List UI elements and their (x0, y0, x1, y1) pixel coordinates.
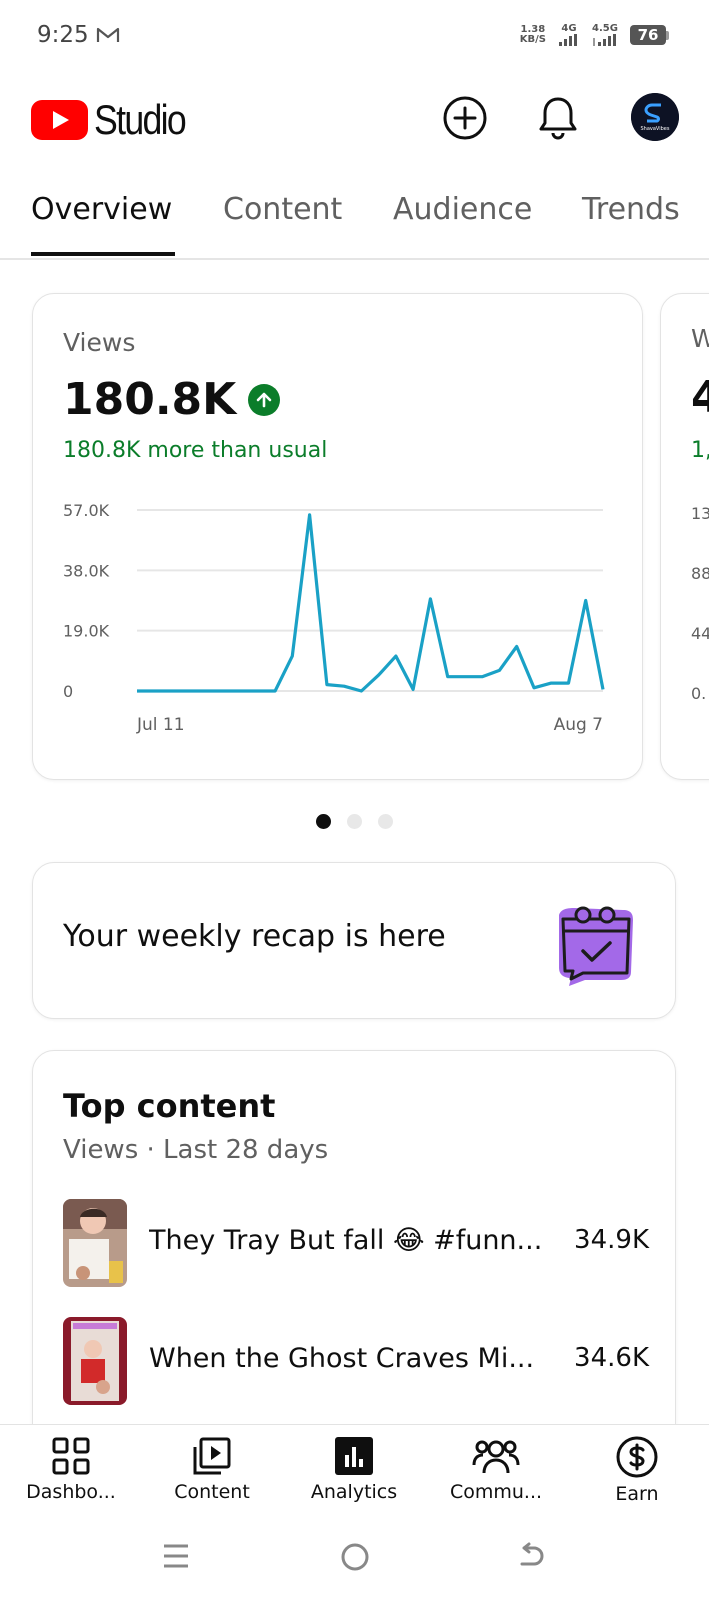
views-line-chart: 57.0K 38.0K 19.0K 0 Jul 11 Aug 7 (63, 501, 605, 735)
video-views: 34.6K (574, 1343, 649, 1373)
channel-logo-icon (631, 93, 679, 141)
pager-dot[interactable] (347, 814, 362, 829)
signal-4g: 4G (558, 24, 580, 46)
nav-dashboard[interactable]: Dashbo... (6, 1435, 136, 1503)
youtube-studio-logo[interactable]: Studio (31, 96, 201, 144)
network-speed: 1.38 KB/S (519, 24, 546, 45)
bell-icon (539, 97, 577, 140)
metric-value-row: 180.8K (63, 374, 281, 425)
nav-label: Analytics (310, 1481, 398, 1503)
video-title: They Tray But fall 😂 #funn... (149, 1225, 543, 1256)
peek-value: 4 (691, 372, 709, 423)
metric-label: Views (63, 328, 136, 357)
signal-bars-icon (593, 34, 616, 46)
top-content-row[interactable]: They Tray But fall 😂 #funn... 34.9K (63, 1199, 649, 1287)
gmail-icon (96, 26, 120, 48)
chart-y-tick-label: 19.0K (63, 622, 110, 641)
recap-text: Your weekly recap is here (63, 919, 446, 954)
tab-bar: Overview Content Audience Trends (0, 176, 709, 260)
create-button[interactable] (440, 93, 490, 143)
metric-value: 180.8K (63, 374, 237, 425)
calendar-check-icon (559, 906, 633, 986)
metric-comparison: 180.8K more than usual (63, 438, 328, 463)
nav-label: Earn (615, 1483, 659, 1505)
video-thumbnail (63, 1317, 127, 1405)
chart-y-tick-label: 0 (63, 682, 73, 701)
chart-x-tick-label: Jul 11 (136, 715, 185, 735)
chart-x-tick-label: Aug 7 (554, 715, 603, 735)
signal-45g: 4.5G (592, 24, 618, 46)
community-icon (472, 1440, 520, 1474)
avatar-caption: ShavaVibes (640, 126, 670, 132)
tab-audience[interactable]: Audience (393, 192, 532, 227)
chart-y-tick-label: 38.0K (63, 561, 110, 580)
home-button[interactable] (340, 1542, 370, 1576)
analytics-icon (335, 1437, 373, 1475)
nav-content[interactable]: Content (147, 1435, 277, 1503)
video-title: When the Ghost Craves Mi... (149, 1343, 535, 1374)
back-button[interactable] (516, 1542, 546, 1576)
top-content-title: Top content (63, 1087, 276, 1125)
chart-y-tick-label: 57.0K (63, 501, 110, 520)
top-content-card[interactable]: Top content Views · Last 28 days They Tr… (32, 1050, 676, 1450)
bottom-navigation: Dashbo... Content Analytics Commu... Ear… (0, 1424, 709, 1520)
system-navigation-bar (0, 1520, 709, 1600)
earn-icon (616, 1436, 658, 1478)
peek-comparison: 1, (691, 438, 709, 463)
active-tab-indicator (31, 252, 175, 256)
video-thumbnail (63, 1199, 127, 1287)
pager-dot-active[interactable] (316, 814, 331, 829)
content-icon (193, 1437, 231, 1475)
notifications-button[interactable] (533, 93, 583, 143)
home-circle-icon (341, 1543, 369, 1571)
next-metric-card[interactable]: W 4 1, 13 88 44 0. (660, 293, 709, 780)
status-indicators: 1.38 KB/S 4G 4.5G 76 (520, 24, 669, 46)
tab-content[interactable]: Content (223, 192, 342, 227)
peek-tick: 88 (691, 564, 709, 583)
chart-series-line (137, 513, 605, 693)
menu-lines-icon (164, 1544, 188, 1568)
views-metric-card[interactable]: Views 180.8K 180.8K more than usual 57.0… (32, 293, 643, 780)
peek-tick: 44 (691, 624, 709, 643)
weekly-recap-card[interactable]: Your weekly recap is here (32, 862, 676, 1019)
battery-tip (666, 30, 669, 40)
account-avatar[interactable]: ShavaVibes (631, 93, 679, 141)
battery-indicator: 76 (630, 25, 669, 45)
peek-tick: 13 (691, 504, 709, 523)
nav-label: Content (174, 1481, 250, 1503)
nav-analytics[interactable]: Analytics (289, 1435, 419, 1503)
tab-trends[interactable]: Trends (582, 192, 680, 227)
dashboard-icon (52, 1437, 90, 1475)
app-name: Studio (94, 96, 187, 143)
add-circle-icon (443, 96, 487, 140)
video-views: 34.9K (574, 1225, 649, 1255)
signal-bars-icon (559, 34, 577, 46)
peek-tick: 0. (691, 684, 707, 703)
app-header: Studio ShavaVibes (0, 86, 709, 150)
top-content-subtitle: Views · Last 28 days (63, 1135, 329, 1165)
youtube-play-icon (31, 100, 88, 140)
battery-level: 76 (630, 25, 666, 45)
tab-overview[interactable]: Overview (31, 192, 172, 227)
top-content-row[interactable]: When the Ghost Craves Mi... 34.6K (63, 1317, 649, 1405)
carousel-pager (0, 814, 709, 829)
nav-community[interactable]: Commu... (431, 1435, 561, 1503)
arrow-up-icon (248, 383, 281, 416)
nav-earn[interactable]: Earn (572, 1435, 702, 1505)
nav-label: Commu... (449, 1481, 543, 1503)
nav-label: Dashbo... (26, 1481, 116, 1503)
recents-button[interactable] (162, 1542, 190, 1574)
pager-dot[interactable] (378, 814, 393, 829)
peek-label: W (691, 324, 709, 353)
status-time: 9:25 (37, 22, 89, 48)
status-bar: 9:25 1.38 KB/S 4G 4.5G 76 (0, 0, 709, 76)
back-arrow-icon (520, 1542, 544, 1566)
